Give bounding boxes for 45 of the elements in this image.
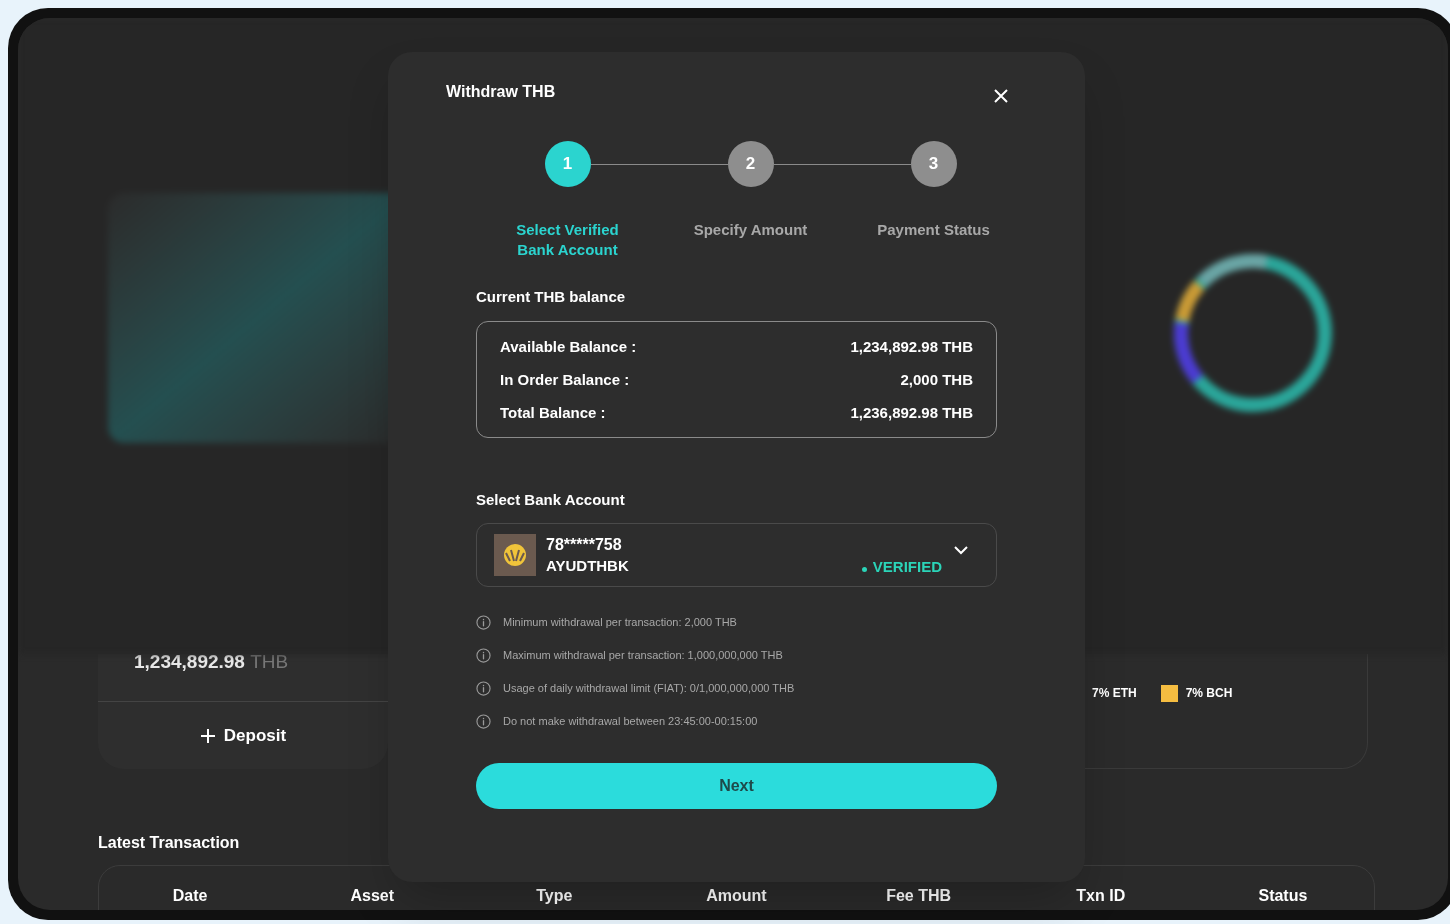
step-number: 1 — [544, 141, 591, 187]
info-note: Do not make withdrawal between 23:45:00-00:15:00 — [503, 714, 758, 729]
column-header: Date — [172, 887, 208, 904]
column-header: Type — [536, 887, 573, 904]
bank-logo-icon — [494, 534, 536, 576]
column-header: Txn ID — [1076, 887, 1126, 904]
section-title: Latest Transaction — [98, 833, 241, 853]
account-number: 78*****758 — [546, 535, 623, 555]
section-title: Current THB balance — [476, 287, 627, 307]
deposit-button[interactable]: Deposit — [98, 702, 388, 769]
balance-value: 1,236,892.98 THB — [850, 402, 973, 423]
balance-value: 2,000 THB — [900, 369, 973, 390]
info-note: Maximum withdrawal per transaction: 1,000,000,000 THB — [503, 648, 783, 663]
step-number: 2 — [727, 141, 774, 187]
balance-value: 1,234,892.98 THB — [850, 336, 973, 357]
balance-label: Total Balance : — [500, 402, 606, 423]
info-icon — [476, 615, 491, 630]
verified-status: VERIFIED — [872, 556, 942, 577]
plus-icon — [199, 727, 216, 744]
wallet-balance: 1,234,892.98 THB — [134, 650, 289, 674]
section-title: Select Bank Account — [476, 489, 626, 510]
column-header: Asset — [350, 887, 394, 904]
bank-select[interactable]: 78*****758 AYUDTHBK VERIFIED — [476, 523, 997, 587]
close-button[interactable] — [993, 88, 1009, 104]
info-note: Usage of daily withdrawal limit (FIAT): 0/1,000,000,000 THB — [503, 681, 795, 696]
balance-label: Available Balance : — [500, 336, 637, 357]
column-header: Amount — [706, 887, 767, 904]
column-header: Fee THB — [886, 887, 952, 904]
legend-label: 7% BCH — [1185, 685, 1233, 702]
info-icon — [476, 648, 491, 663]
step-label: Payment Status — [876, 220, 991, 240]
balance-label: In Order Balance : — [500, 369, 630, 390]
info-note: Minimum withdrawal per transaction: 2,000 THB — [503, 615, 737, 630]
info-icon — [476, 714, 491, 729]
step-label: Select Verified Bank Account — [515, 220, 620, 260]
next-button[interactable]: Next — [476, 763, 997, 809]
close-icon — [993, 88, 1009, 104]
modal-title: Withdraw THB — [446, 82, 556, 102]
step-number: 3 — [910, 141, 957, 187]
bank-code: AYUDTHBK — [546, 556, 629, 576]
column-header: Status — [1258, 887, 1308, 904]
step-label: Specify Amount — [692, 220, 809, 240]
chevron-down-icon — [954, 545, 968, 555]
info-icon — [476, 681, 491, 696]
legend-label: 7% ETH — [1092, 685, 1137, 702]
